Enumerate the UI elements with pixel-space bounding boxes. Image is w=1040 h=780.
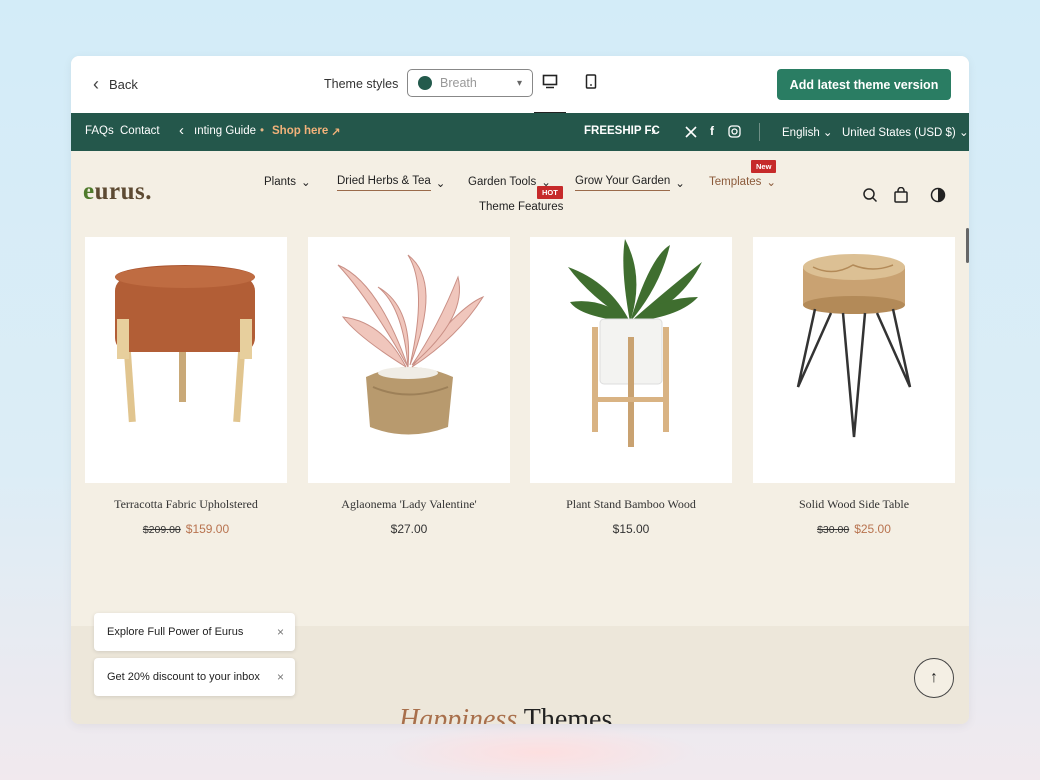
product-card[interactable]: Terracotta Fabric Upholstered $209.00 $15… xyxy=(85,237,287,536)
product-image-aglaonema[interactable] xyxy=(308,237,510,483)
toast-text: Get 20% discount to your inbox xyxy=(107,671,260,683)
cart-bag-icon[interactable] xyxy=(893,187,909,203)
discount-toast[interactable]: Get 20% discount to your inbox × xyxy=(94,658,295,696)
nav-theme-features[interactable]: Theme Features xyxy=(479,201,563,213)
back-label: Back xyxy=(109,77,138,92)
explore-toast[interactable]: Explore Full Power of Eurus × xyxy=(94,613,295,651)
product-price: $15.00 xyxy=(612,522,650,536)
chevron-down-icon: ⌄ xyxy=(822,127,833,139)
chevron-down-icon: ⌄ xyxy=(300,177,311,189)
product-price: $27.00 xyxy=(390,522,428,536)
product-card[interactable]: Aglaonema 'Lady Valentine' $27.00 xyxy=(308,237,510,536)
divider xyxy=(759,123,760,141)
desktop-view-button[interactable] xyxy=(534,74,566,114)
nav-plants[interactable]: Plants ⌄ xyxy=(264,175,311,189)
contact-link[interactable]: Contact xyxy=(120,125,160,137)
mobile-view-button[interactable] xyxy=(579,74,603,112)
faqs-link[interactable]: FAQs xyxy=(85,125,114,137)
chevron-left-icon[interactable]: ‹ xyxy=(179,122,184,139)
chevron-down-icon: ⌄ xyxy=(675,178,685,190)
product-name[interactable]: Plant Stand Bamboo Wood xyxy=(530,497,732,512)
shop-here-link[interactable]: Shop here xyxy=(272,125,328,137)
store-header: eurus. Plants ⌄ Dried Herbs & Tea ⌄ Garden… xyxy=(71,151,969,237)
section-heading: Happiness Themes xyxy=(399,704,613,724)
add-latest-theme-version-button[interactable]: Add latest theme version xyxy=(777,69,951,100)
theme-editor-window: ‹ Back Theme styles Breath ▾ Add latest … xyxy=(71,56,969,724)
toast-text: Explore Full Power of Eurus xyxy=(107,626,244,638)
hot-badge: HOT xyxy=(537,186,563,199)
instagram-icon[interactable] xyxy=(728,125,741,138)
product-card[interactable]: Solid Wood Side Table $30.00 $25.00 xyxy=(753,237,955,536)
mobile-icon xyxy=(585,74,597,89)
back-button[interactable]: ‹ Back xyxy=(93,74,138,95)
currency-selector[interactable]: United States (USD $) ⌄ xyxy=(842,125,969,139)
announcement-bar: FAQs Contact ‹ ınting Guide • Shop here … xyxy=(71,113,969,209)
product-name[interactable]: Solid Wood Side Table xyxy=(753,497,955,512)
theme-styles-label: Theme styles xyxy=(324,77,399,91)
background-glow xyxy=(380,725,700,780)
x-twitter-icon[interactable] xyxy=(685,126,697,138)
currency-value: United States (USD $) xyxy=(842,127,956,139)
chevron-down-icon: ▾ xyxy=(516,77,522,89)
product-price: $30.00 $25.00 xyxy=(817,522,891,536)
theme-style-select[interactable]: Breath ▾ xyxy=(407,69,533,97)
nav-templates[interactable]: Templates ⌄ xyxy=(709,175,776,189)
theme-color-swatch xyxy=(418,76,432,90)
store-logo[interactable]: eurus. xyxy=(83,178,152,206)
theme-toggle-icon[interactable] xyxy=(930,187,946,203)
chevron-down-icon: ⌄ xyxy=(435,178,446,190)
product-card[interactable]: Plant Stand Bamboo Wood $15.00 xyxy=(530,237,732,536)
close-icon[interactable]: × xyxy=(277,670,284,684)
product-image-stool[interactable] xyxy=(85,237,287,483)
editor-toolbar: ‹ Back Theme styles Breath ▾ Add latest … xyxy=(71,56,969,114)
chevron-down-icon: ⌄ xyxy=(958,127,969,139)
nav-dried-herbs[interactable]: Dried Herbs & Tea ⌄ xyxy=(337,175,445,191)
new-badge: New xyxy=(751,160,777,173)
product-name[interactable]: Aglaonema 'Lady Valentine' xyxy=(308,497,510,512)
product-name[interactable]: Terracotta Fabric Upholstered xyxy=(85,497,287,512)
chevron-right-icon[interactable]: › xyxy=(651,122,656,139)
arrow-up-right-icon: ↗ xyxy=(331,127,341,139)
product-image-side-table[interactable] xyxy=(753,237,955,483)
language-value: English xyxy=(782,127,820,139)
facebook-icon[interactable]: f xyxy=(710,124,714,138)
theme-style-value: Breath xyxy=(440,76,477,90)
announcement-text: ınting Guide xyxy=(194,125,257,137)
close-icon[interactable]: × xyxy=(277,625,284,639)
chevron-down-icon: ⌄ xyxy=(766,177,777,189)
arrow-up-icon: ↑ xyxy=(930,669,938,686)
freeship-text: FREESHIP FC xyxy=(584,125,660,137)
product-grid: Terracotta Fabric Upholstered $209.00 $15… xyxy=(71,237,969,627)
scrollbar[interactable] xyxy=(966,228,969,263)
search-icon[interactable] xyxy=(862,187,878,203)
language-selector[interactable]: English ⌄ xyxy=(782,125,833,139)
back-to-top-button[interactable]: ↑ xyxy=(914,658,954,698)
product-price: $209.00 $159.00 xyxy=(142,522,230,536)
nav-grow-your-garden[interactable]: Grow Your Garden ⌄ xyxy=(575,175,685,191)
desktop-icon xyxy=(542,74,558,89)
product-image-plant-stand[interactable] xyxy=(530,237,732,483)
announcement-dot: • xyxy=(260,125,265,137)
chevron-left-icon: ‹ xyxy=(93,74,99,94)
